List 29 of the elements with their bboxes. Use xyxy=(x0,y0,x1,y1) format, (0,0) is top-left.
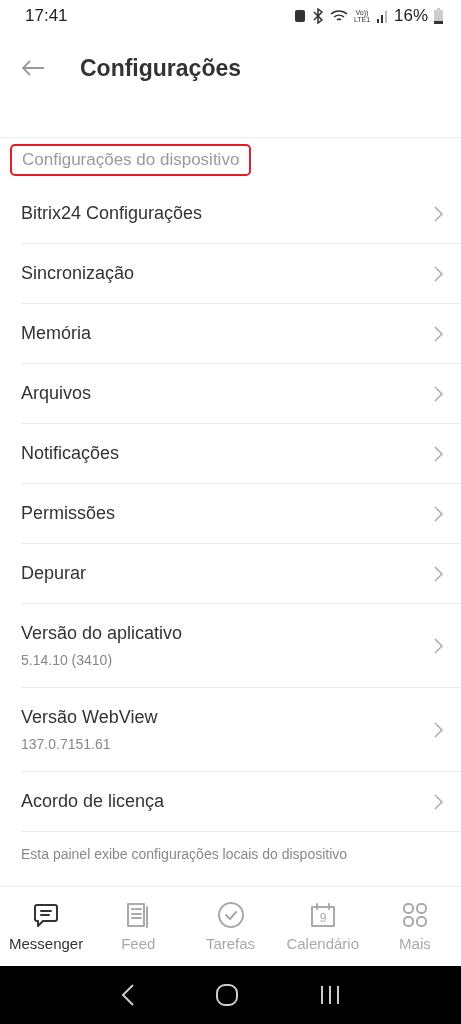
notification-icon xyxy=(293,9,306,23)
chevron-right-icon xyxy=(434,793,443,810)
status-time: 17:41 xyxy=(25,6,69,26)
check-circle-icon xyxy=(216,901,245,929)
section-title: Configurações do dispositivo xyxy=(10,144,252,176)
back-arrow-icon xyxy=(21,60,45,76)
back-nav-button[interactable] xyxy=(120,984,135,1006)
battery-icon xyxy=(434,8,443,24)
wifi-icon xyxy=(329,9,348,23)
chevron-right-icon xyxy=(434,445,443,462)
signal-icon xyxy=(375,9,388,23)
chat-icon xyxy=(32,901,61,929)
item-subtitle: 137.0.7151.61 xyxy=(21,736,112,752)
chevron-right-icon xyxy=(434,637,443,654)
chevron-right-icon xyxy=(434,721,443,738)
chevron-right-icon xyxy=(434,385,443,402)
recents-nav-button[interactable] xyxy=(320,985,341,1005)
chevron-right-icon xyxy=(434,205,443,222)
footnote: Esta painel exibe configurações locais do dispositivo xyxy=(21,846,349,862)
home-nav-button[interactable] xyxy=(216,984,239,1006)
item-subtitle: 5.14.10 (3410) xyxy=(21,652,114,668)
chevron-right-icon xyxy=(434,505,443,522)
page-title: Configurações xyxy=(80,54,242,82)
bluetooth-icon xyxy=(311,8,324,24)
grid-icon xyxy=(400,901,429,929)
battery-percent: 16% xyxy=(393,6,428,26)
chevron-right-icon xyxy=(434,565,443,582)
chevron-right-icon xyxy=(434,325,443,342)
chevron-right-icon xyxy=(434,265,443,282)
